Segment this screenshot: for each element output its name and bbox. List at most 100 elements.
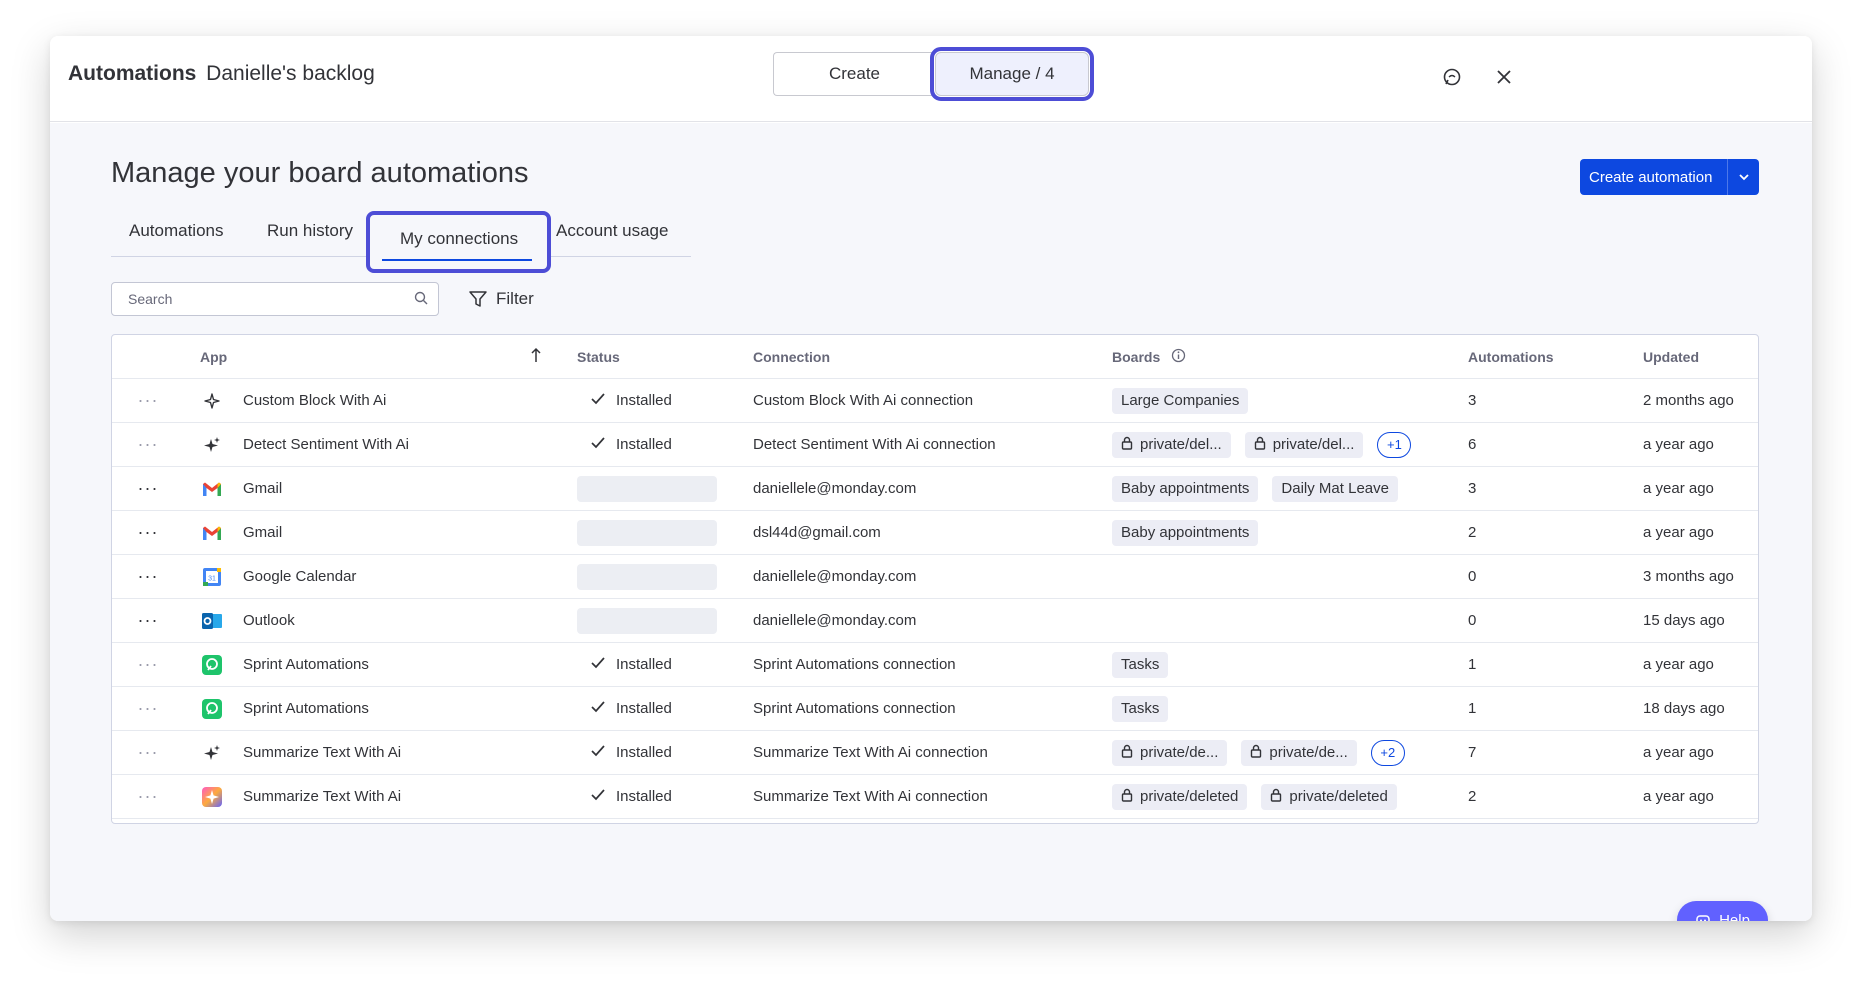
board-chip-label[interactable]: private/del...: [1273, 436, 1355, 453]
create-toggle-button[interactable]: Create: [773, 52, 935, 96]
table-row[interactable]: ··· Summarize Text With Ai Installed Summar…: [112, 775, 1758, 819]
status-cell: Installed: [590, 731, 672, 774]
connection-name: dsl44d@gmail.com: [753, 524, 881, 541]
status-text: Installed: [616, 436, 672, 453]
board-chip-label[interactable]: private/de...: [1140, 744, 1218, 761]
create-automation-label[interactable]: Create automation: [1580, 169, 1727, 186]
sort-arrow-up-icon[interactable]: [530, 347, 542, 366]
tab-account-usage[interactable]: Account usage: [556, 221, 668, 241]
chevron-down-icon[interactable]: [1727, 159, 1759, 195]
row-actions-menu-icon[interactable]: ···: [136, 643, 160, 686]
app-name: Sprint Automations: [243, 700, 369, 717]
board-chip-label[interactable]: private/deleted: [1140, 788, 1238, 805]
board-chip-label[interactable]: Baby appointments: [1121, 524, 1249, 541]
board-chip[interactable]: private/de...: [1112, 739, 1228, 766]
board-chip[interactable]: private/deleted: [1112, 783, 1248, 810]
boards-cell: private/deleted private/deleted: [1112, 775, 1397, 818]
column-app[interactable]: App: [200, 349, 227, 365]
help-button[interactable]: Help: [1677, 901, 1768, 921]
updated-time: 18 days ago: [1643, 700, 1725, 717]
board-chip[interactable]: Baby appointments: [1112, 519, 1259, 546]
manage-toggle-button[interactable]: Manage / 4: [930, 47, 1094, 101]
outlook-icon: [200, 599, 224, 642]
table-row[interactable]: ··· 31 Google Calendar daniellele@monday.co…: [112, 555, 1758, 599]
board-chip[interactable]: private/deleted: [1261, 783, 1397, 810]
close-icon[interactable]: [1490, 63, 1518, 91]
manage-tabs: Automations Run history My connections A…: [111, 211, 691, 273]
table-row[interactable]: ··· Outlook daniellele@monday.com 0 15 days …: [112, 599, 1758, 643]
board-chip-label[interactable]: Large Companies: [1121, 392, 1239, 409]
create-automation-button[interactable]: Create automation: [1580, 159, 1759, 195]
board-chip[interactable]: Large Companies: [1112, 387, 1249, 414]
updated-time: 2 months ago: [1643, 392, 1734, 409]
filter-label[interactable]: Filter: [496, 289, 534, 309]
board-chip-label[interactable]: Tasks: [1121, 700, 1159, 717]
table-row[interactable]: ··· Detect Sentiment With Ai Installed Dete…: [112, 423, 1758, 467]
google-calendar-icon: 31: [200, 555, 224, 598]
tab-automations[interactable]: Automations: [129, 221, 224, 241]
sprint-automations-icon: [200, 643, 224, 686]
connection-name: Summarize Text With Ai connection: [753, 744, 988, 761]
boards-cell: Baby appointments Daily Mat Leave: [1112, 467, 1398, 510]
tab-my-connections[interactable]: My connections: [366, 211, 551, 273]
table-row[interactable]: ··· Gmail dsl44d@gmail.com Baby appointment…: [112, 511, 1758, 555]
feedback-chat-icon[interactable]: [1438, 63, 1466, 91]
table-row[interactable]: ··· Sprint Automations Installed Sprint Aut…: [112, 687, 1758, 731]
board-chip-label[interactable]: Baby appointments: [1121, 480, 1249, 497]
modal-title: Automations Danielle's backlog: [68, 62, 375, 86]
more-boards-badge[interactable]: +2: [1370, 739, 1405, 766]
board-chip-label[interactable]: private/deleted: [1289, 788, 1387, 805]
gmail-icon: [200, 511, 224, 554]
row-actions-menu-icon[interactable]: ···: [136, 775, 160, 818]
more-boards-badge[interactable]: +1: [1377, 431, 1412, 458]
modal-title-board: Danielle's backlog: [206, 62, 375, 85]
table-row[interactable]: ··· Sprint Automations Installed Sprint Aut…: [112, 643, 1758, 687]
status-text: Installed: [616, 788, 672, 805]
column-status: Status: [577, 349, 620, 365]
board-chip-label[interactable]: private/del...: [1140, 436, 1222, 453]
modal-title-bold: Automations: [68, 62, 197, 85]
board-chip-label[interactable]: Tasks: [1121, 656, 1159, 673]
sparkle-icon: [200, 423, 224, 466]
table-row[interactable]: ··· Gmail daniellele@monday.com Baby appoin…: [112, 467, 1758, 511]
row-actions-menu-icon[interactable]: ···: [136, 599, 160, 642]
board-chip-label[interactable]: private/de...: [1269, 744, 1347, 761]
board-chip[interactable]: Daily Mat Leave: [1272, 475, 1398, 502]
board-chip[interactable]: Tasks: [1112, 651, 1169, 678]
tab-run-history[interactable]: Run history: [267, 221, 353, 241]
table-row[interactable]: ··· Custom Block With Ai Installed Custom B…: [112, 379, 1758, 423]
board-chip[interactable]: private/del...: [1244, 431, 1364, 458]
search-input[interactable]: [112, 283, 392, 315]
connection-name: daniellele@monday.com: [753, 612, 917, 629]
row-actions-menu-icon[interactable]: ···: [136, 467, 160, 510]
info-icon[interactable]: [1171, 348, 1186, 366]
updated-time: 15 days ago: [1643, 612, 1725, 629]
active-tab-underline: [382, 259, 532, 261]
row-actions-menu-icon[interactable]: ···: [136, 731, 160, 774]
status-placeholder: [577, 520, 717, 546]
row-actions-menu-icon[interactable]: ···: [136, 379, 160, 422]
check-icon: [590, 392, 606, 410]
board-chip[interactable]: Baby appointments: [1112, 475, 1259, 502]
board-chip-label[interactable]: Daily Mat Leave: [1281, 480, 1389, 497]
table-row[interactable]: ··· Summarize Text With Ai Installed Summar…: [112, 731, 1758, 775]
automations-count: 3: [1468, 480, 1477, 497]
status-cell: Installed: [590, 379, 672, 422]
board-chip[interactable]: private/del...: [1112, 431, 1231, 458]
filter-button[interactable]: Filter: [468, 283, 534, 315]
tab-my-connections-label[interactable]: My connections: [400, 229, 518, 249]
check-icon: [590, 700, 606, 718]
status-placeholder: [577, 608, 717, 634]
help-label[interactable]: Help: [1719, 912, 1750, 922]
boards-cell: private/de... private/de... +2: [1112, 731, 1405, 774]
filter-icon: [469, 291, 487, 307]
board-chip[interactable]: Tasks: [1112, 695, 1169, 722]
connections-table: App Status Connection Boards Automations…: [111, 334, 1759, 824]
row-actions-menu-icon[interactable]: ···: [136, 555, 160, 598]
row-actions-menu-icon[interactable]: ···: [136, 687, 160, 730]
row-actions-menu-icon[interactable]: ···: [136, 511, 160, 554]
app-name: Outlook: [243, 612, 295, 629]
board-chip[interactable]: private/de...: [1241, 739, 1357, 766]
row-actions-menu-icon[interactable]: ···: [136, 423, 160, 466]
status-text: Installed: [616, 656, 672, 673]
